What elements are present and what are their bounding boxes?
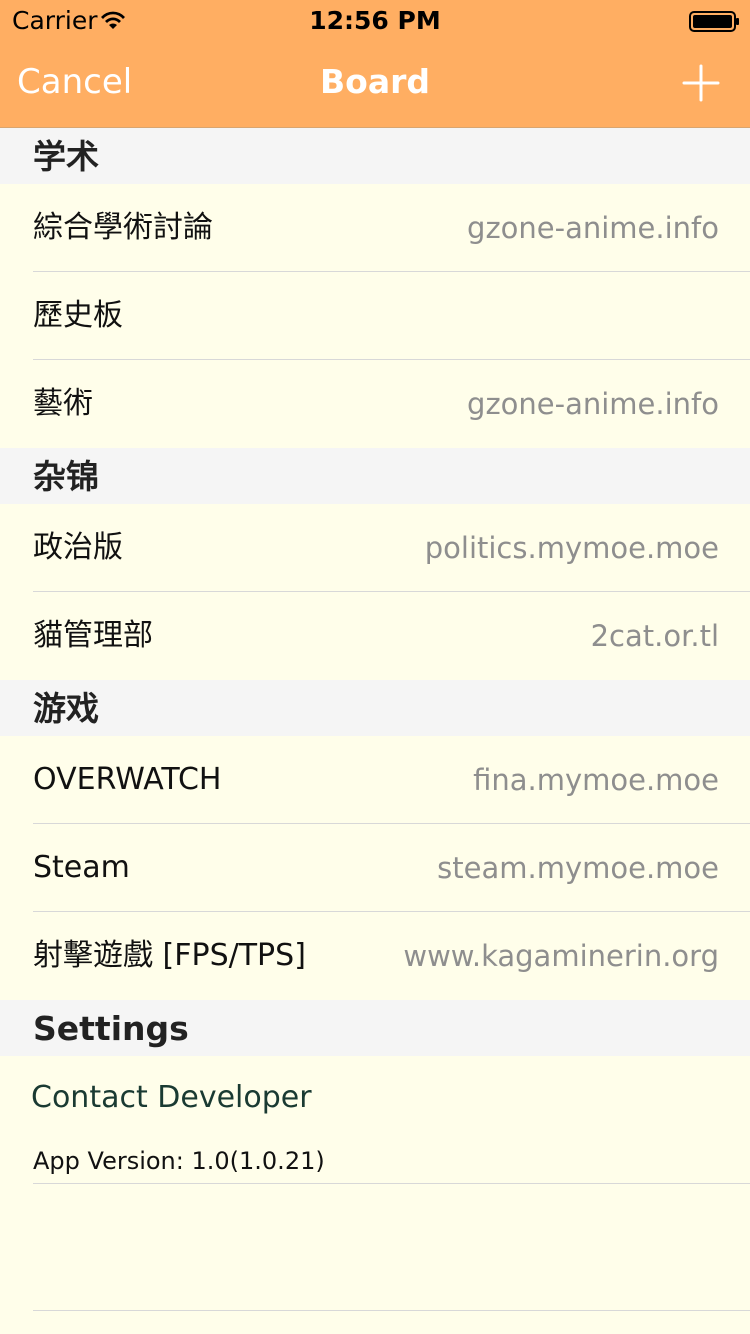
board-row[interactable]: 藝術 gzone-anime.info <box>0 360 750 448</box>
section-header-games: 游戏 <box>0 680 750 736</box>
section-title: Settings <box>33 1009 189 1048</box>
board-title: 綜合學術討論 <box>33 210 213 245</box>
bottom-separator <box>33 1310 750 1311</box>
board-row[interactable]: Steam steam.mymoe.moe <box>0 824 750 912</box>
status-bar: Carrier 12:56 PM <box>0 0 750 40</box>
board-row[interactable]: 綜合學術討論 gzone-anime.info <box>0 184 750 272</box>
board-domain: www.kagaminerin.org <box>403 939 719 973</box>
plus-icon[interactable] <box>682 64 720 102</box>
board-list: 学术 綜合學術討論 gzone-anime.info 歷史板 藝術 gzone-… <box>0 128 750 1334</box>
board-title: 藝術 <box>33 386 93 421</box>
board-title: OVERWATCH <box>33 762 222 797</box>
board-domain: steam.mymoe.moe <box>437 851 719 885</box>
status-time: 12:56 PM <box>309 6 441 35</box>
board-row[interactable]: 射擊遊戲 [FPS/TPS] www.kagaminerin.org <box>0 912 750 1000</box>
board-title: 貓管理部 <box>33 618 153 653</box>
board-domain: 2cat.or.tl <box>590 619 719 653</box>
section-title: 杂锦 <box>33 457 99 496</box>
board-row[interactable]: 政治版 politics.mymoe.moe <box>0 504 750 592</box>
board-domain: politics.mymoe.moe <box>424 531 719 565</box>
section-title: 学术 <box>33 137 99 176</box>
section-header-academic: 学术 <box>0 128 750 184</box>
board-row[interactable]: 貓管理部 2cat.or.tl <box>0 592 750 680</box>
navigation-bar: Cancel Board <box>0 40 750 128</box>
board-domain: gzone-anime.info <box>467 387 719 421</box>
board-title: 歷史板 <box>33 298 123 333</box>
board-row[interactable]: 歷史板 <box>0 272 750 360</box>
board-title: Steam <box>33 850 130 885</box>
section-header-miscellaneous: 杂锦 <box>0 448 750 504</box>
section-title: 游戏 <box>33 689 99 728</box>
board-title: 政治版 <box>33 530 123 565</box>
battery-icon <box>689 11 739 32</box>
contact-developer-button[interactable]: Contact Developer <box>31 1078 312 1118</box>
board-domain: fina.mymoe.moe <box>473 763 719 797</box>
board-domain: gzone-anime.info <box>467 211 719 245</box>
top-bar: Carrier 12:56 PM Cancel Board <box>0 0 750 128</box>
board-title: 射擊遊戲 [FPS/TPS] <box>33 938 306 973</box>
section-header-settings: Settings <box>0 1000 750 1056</box>
app-version-label: App Version: 1.0(1.0.21) <box>33 1147 325 1175</box>
page-title: Board <box>320 62 430 101</box>
board-row[interactable]: OVERWATCH fina.mymoe.moe <box>0 736 750 824</box>
settings-separator <box>33 1183 750 1184</box>
